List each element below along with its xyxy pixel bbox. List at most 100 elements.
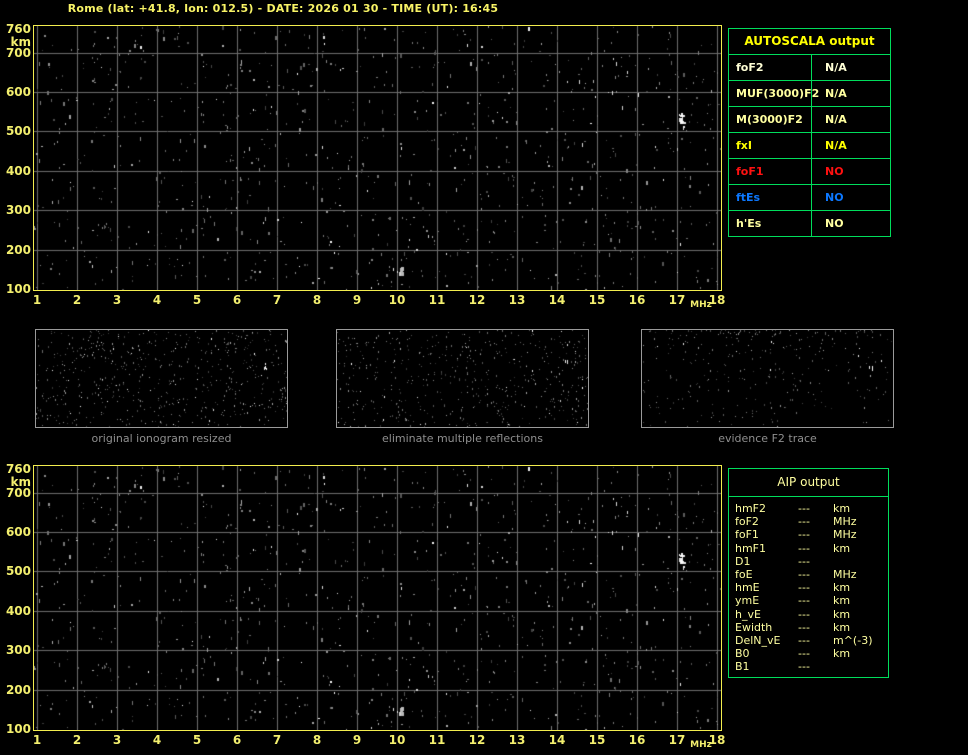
- aip-row: B1 ---: [729, 660, 888, 673]
- y-axis-unit-label: km: [10, 35, 31, 49]
- autoscala-param-value: NO: [825, 191, 844, 204]
- autoscala-param-value: NO: [825, 165, 844, 178]
- thumbnail-caption: original ionogram resized: [91, 432, 232, 445]
- aip-row: DelN_vE --- m^(-3): [729, 634, 888, 647]
- aip-param-value: ---: [798, 567, 810, 581]
- x-tick-label: 8: [312, 293, 322, 307]
- x-tick-label: 13: [508, 733, 526, 747]
- y-tick-label: 300: [5, 203, 31, 217]
- autoscala-param-value: NO: [825, 217, 844, 230]
- x-tick-label: 7: [272, 293, 282, 307]
- aip-param-label: DelN_vE: [735, 633, 781, 647]
- x-tick-label: 6: [232, 293, 242, 307]
- aip-param-label: Ewidth: [735, 620, 773, 634]
- y-tick-label: 600: [5, 525, 31, 539]
- x-tick-label: 17: [668, 293, 686, 307]
- thumbnail-canvas: [336, 329, 589, 428]
- aip-param-unit: km: [833, 502, 851, 515]
- y-tick-label: 500: [5, 124, 31, 138]
- autoscala-row: M(3000)F2 N/A: [729, 107, 890, 133]
- x-tick-label: 2: [72, 733, 82, 747]
- aip-row: hmE --- km: [729, 581, 888, 594]
- x-tick-label: 9: [352, 293, 362, 307]
- aip-param-unit: km: [833, 607, 851, 621]
- x-tick-label: 15: [588, 733, 606, 747]
- aip-param-label: B1: [735, 660, 750, 674]
- autoscala-table-title: AUTOSCALA output: [729, 29, 890, 55]
- x-tick-label: 8: [312, 733, 322, 747]
- thumbnail-canvas: [35, 329, 288, 428]
- aip-row: hmF1 --- km: [729, 542, 888, 555]
- x-axis-unit-label: MHz: [690, 300, 712, 310]
- aip-row: foF2 --- MHz: [729, 515, 888, 528]
- autoscala-param-label: foF1: [729, 159, 812, 184]
- x-tick-label: 14: [548, 733, 566, 747]
- aip-param-label: B0: [735, 647, 750, 661]
- x-tick-label: 1: [32, 293, 42, 307]
- aip-param-unit: km: [833, 541, 851, 555]
- aip-param-value: ---: [798, 607, 810, 621]
- aip-row: ymE --- km: [729, 594, 888, 607]
- aip-row: D1 ---: [729, 555, 888, 568]
- aip-param-unit: km: [833, 594, 851, 608]
- x-tick-label: 13: [508, 293, 526, 307]
- aip-param-unit: [833, 555, 888, 568]
- aip-param-unit: km: [833, 647, 851, 661]
- autoscala-row: ftEs NO: [729, 185, 890, 211]
- aip-param-label: hmF2: [735, 502, 767, 515]
- x-tick-label: 3: [112, 733, 122, 747]
- autoscala-row: foF1 NO: [729, 159, 890, 185]
- aip-param-label: hmF1: [735, 541, 767, 555]
- autoscala-param-label: fxI: [729, 133, 812, 158]
- x-tick-label: 2: [72, 293, 82, 307]
- x-tick-label: 15: [588, 293, 606, 307]
- aip-param-value: ---: [798, 660, 810, 674]
- x-tick-label: 10: [388, 733, 406, 747]
- aip-row: Ewidth --- km: [729, 621, 888, 634]
- aip-param-unit: km: [833, 620, 851, 634]
- y-tick-label: 300: [5, 643, 31, 657]
- aip-param-label: D1: [735, 554, 751, 568]
- autoscala-output-table: AUTOSCALA output foF2 N/A MUF(3000)F2 N/A M(…: [728, 28, 891, 237]
- aip-row: h_vE --- km: [729, 608, 888, 621]
- aip-param-value: ---: [798, 541, 810, 555]
- thumbnail-caption: eliminate multiple reflections: [382, 432, 543, 445]
- aip-param-value: ---: [798, 620, 810, 634]
- x-tick-label: 1: [32, 733, 42, 747]
- x-tick-label: 5: [192, 293, 202, 307]
- aip-param-unit: [833, 660, 888, 673]
- x-tick-label: 7: [272, 733, 282, 747]
- y-tick-label: 400: [5, 164, 31, 178]
- autoscala-param-label: M(3000)F2: [729, 107, 812, 132]
- x-tick-label: 12: [468, 293, 486, 307]
- y-tick-label: 200: [5, 683, 31, 697]
- ionogram-plot-canvas: [33, 465, 722, 731]
- x-tick-label: 16: [628, 733, 646, 747]
- autoscala-param-value: N/A: [825, 87, 847, 100]
- aip-param-label: h_vE: [735, 607, 761, 621]
- x-tick-label: 5: [192, 733, 202, 747]
- x-tick-label: 9: [352, 733, 362, 747]
- y-axis-unit-label: km: [10, 475, 31, 489]
- aip-param-label: hmE: [735, 581, 760, 595]
- autoscala-param-label: h'Es: [729, 211, 812, 236]
- aip-param-unit: m^(-3): [833, 633, 873, 647]
- autoscala-param-label: MUF(3000)F2: [729, 81, 819, 106]
- ionogram-plot-canvas: [33, 25, 722, 291]
- aip-param-label: ymE: [735, 594, 760, 608]
- aip-param-value: ---: [798, 502, 810, 515]
- aip-param-unit: MHz: [833, 528, 857, 542]
- aip-param-label: foF2: [735, 515, 759, 529]
- autoscala-row: fxI N/A: [729, 133, 890, 159]
- y-tick-label: 400: [5, 604, 31, 618]
- autoscala-param-value: N/A: [825, 113, 847, 126]
- aip-param-label: foE: [735, 567, 753, 581]
- page-title: Rome (lat: +41.8, lon: 012.5) - DATE: 20…: [67, 2, 499, 15]
- x-tick-label: 17: [668, 733, 686, 747]
- aip-param-value: ---: [798, 581, 810, 595]
- aip-row: hmF2 --- km: [729, 502, 888, 515]
- aip-row: foE --- MHz: [729, 568, 888, 581]
- x-tick-label: 11: [428, 293, 446, 307]
- autoscala-param-label: ftEs: [729, 185, 812, 210]
- y-tick-label: 600: [5, 85, 31, 99]
